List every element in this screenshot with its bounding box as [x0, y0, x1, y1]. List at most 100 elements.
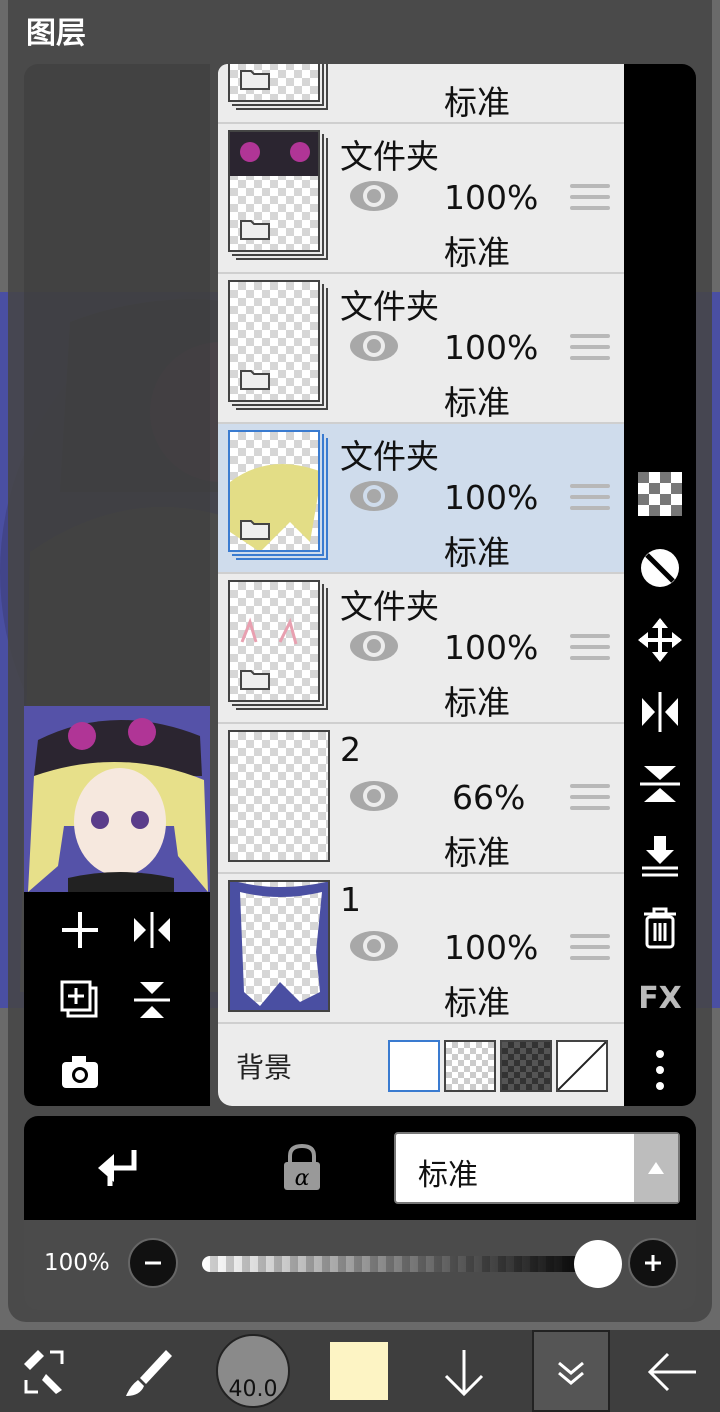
folder-icon [240, 220, 270, 240]
folder-icon [240, 520, 270, 540]
copy-layer-icon [60, 980, 98, 1018]
arrow-down-icon [444, 1350, 484, 1397]
drag-handle-icon[interactable] [570, 334, 610, 364]
eye-icon[interactable] [348, 928, 400, 964]
drag-handle-icon[interactable] [570, 634, 610, 664]
brush-size-button[interactable]: 40.0 [216, 1334, 290, 1408]
layer-name[interactable]: 文件夹 [340, 280, 439, 328]
layer-opacity: 100% [444, 928, 539, 967]
layer-blend-mode: 标准 [444, 683, 510, 722]
layer-row-selected[interactable]: 文件夹 100% 标准 [218, 424, 624, 574]
checker-icon [638, 472, 682, 516]
folder-icon [240, 370, 270, 390]
blend-mode-select[interactable]: 标准 [394, 1132, 680, 1204]
drag-handle-icon[interactable] [570, 484, 610, 514]
alpha-lock-icon: α [284, 1143, 320, 1191]
layer-opacity: 100% [444, 628, 539, 667]
move-layer-button[interactable] [634, 614, 686, 666]
merge-down-button[interactable] [634, 830, 686, 882]
layer-side-toolbar: FX [624, 64, 696, 1106]
drag-handle-icon[interactable] [570, 184, 610, 214]
delete-layer-button[interactable] [634, 902, 686, 954]
thumb-art [230, 132, 318, 176]
clipping-button[interactable] [634, 542, 686, 594]
layer-row[interactable]: 1 100% 标准 [218, 874, 624, 1024]
alpha-lock-button[interactable]: α [276, 1142, 328, 1194]
opacity-decrease-button[interactable] [128, 1238, 178, 1288]
flip-vertical-icon [134, 982, 170, 1018]
layer-name[interactable]: 1 [340, 880, 361, 919]
layer-name[interactable]: 文件夹 [340, 430, 439, 478]
flip-vertical-button[interactable] [634, 758, 686, 810]
flip-horizontal-button[interactable] [634, 686, 686, 738]
eye-icon[interactable] [348, 628, 400, 664]
layer-thumbnail [228, 880, 330, 1012]
minus-icon [145, 1261, 161, 1265]
eye-icon[interactable] [348, 778, 400, 814]
merge-down-icon [642, 836, 678, 877]
background-none-swatch[interactable] [556, 1040, 608, 1092]
layer-row[interactable]: 标准 [218, 64, 624, 124]
opacity-slider-thumb[interactable] [574, 1240, 622, 1288]
transform-button[interactable] [8, 1336, 80, 1408]
layer-row[interactable]: 文件夹 100% 标准 [218, 574, 624, 724]
layer-actions-panel [24, 892, 210, 1106]
panel-title: 图层 [26, 16, 86, 51]
layer-row[interactable]: 文件夹 100% 标准 [218, 124, 624, 274]
layer-name[interactable]: 2 [340, 730, 361, 769]
copy-layer-button[interactable] [50, 970, 110, 1030]
layer-name[interactable]: 文件夹 [340, 130, 439, 178]
more-options-button[interactable] [634, 1044, 686, 1096]
brush-tool-button[interactable] [112, 1336, 184, 1408]
clipping-toggle-button[interactable] [94, 1142, 146, 1194]
layer-blend-mode: 标准 [444, 233, 510, 272]
eye-icon[interactable] [348, 478, 400, 514]
layer-blend-mode: 标准 [444, 383, 510, 422]
flip-layer-horizontal-button[interactable] [122, 900, 182, 960]
layers-button[interactable] [532, 1330, 610, 1412]
transform-icon [24, 1350, 64, 1394]
brush-size-label: 40.0 [228, 1376, 278, 1402]
layer-list[interactable]: 标准 文件夹 100% 标准 文件夹 100% 标准 文件夹 100% 标准 文… [218, 64, 624, 1106]
layer-blend-mode: 标准 [444, 83, 510, 122]
dropdown-arrow-icon[interactable] [634, 1134, 678, 1202]
transparency-button[interactable] [634, 468, 686, 520]
background-transparent-light-swatch[interactable] [444, 1040, 496, 1092]
layer-blend-mode: 标准 [444, 533, 510, 572]
back-button[interactable] [636, 1336, 708, 1408]
canvas-preview-thumbnail[interactable] [24, 706, 210, 892]
move-icon [638, 618, 682, 662]
camera-button[interactable] [50, 1042, 110, 1102]
layer-down-button[interactable] [428, 1336, 500, 1408]
opacity-increase-button[interactable] [628, 1238, 678, 1288]
eye-icon[interactable] [348, 328, 400, 364]
layer-blend-mode: 标准 [444, 983, 510, 1022]
fx-button[interactable]: FX [634, 972, 686, 1024]
svg-text:α: α [295, 1166, 310, 1191]
current-color-swatch[interactable] [330, 1342, 388, 1400]
drag-handle-icon[interactable] [570, 934, 610, 964]
layer-thumbnail [228, 580, 320, 702]
eye-icon[interactable] [348, 178, 400, 214]
background-white-swatch[interactable] [388, 1040, 440, 1092]
opacity-value: 100% [44, 1250, 110, 1276]
layer-row[interactable]: 2 66% 标准 [218, 724, 624, 874]
layers-icon [558, 1361, 584, 1385]
thumb-art [230, 882, 328, 1010]
preview-illustration [24, 706, 210, 892]
camera-icon [62, 1056, 98, 1088]
triangle-up-icon [648, 1162, 664, 1174]
flip-layer-vertical-button[interactable] [122, 970, 182, 1030]
drag-handle-icon[interactable] [570, 784, 610, 814]
back-arrow-icon [647, 1352, 696, 1392]
layer-row[interactable]: 文件夹 100% 标准 [218, 274, 624, 424]
layer-thumbnail [228, 280, 320, 402]
background-transparent-dark-swatch[interactable] [500, 1040, 552, 1092]
layer-thumbnail [228, 430, 320, 552]
layer-name[interactable]: 文件夹 [340, 580, 439, 628]
add-layer-button[interactable] [50, 900, 110, 960]
bottom-toolbar: 40.0 [0, 1330, 720, 1412]
trash-icon [644, 907, 676, 949]
opacity-slider-track[interactable] [202, 1256, 598, 1272]
plus-icon [645, 1255, 661, 1271]
